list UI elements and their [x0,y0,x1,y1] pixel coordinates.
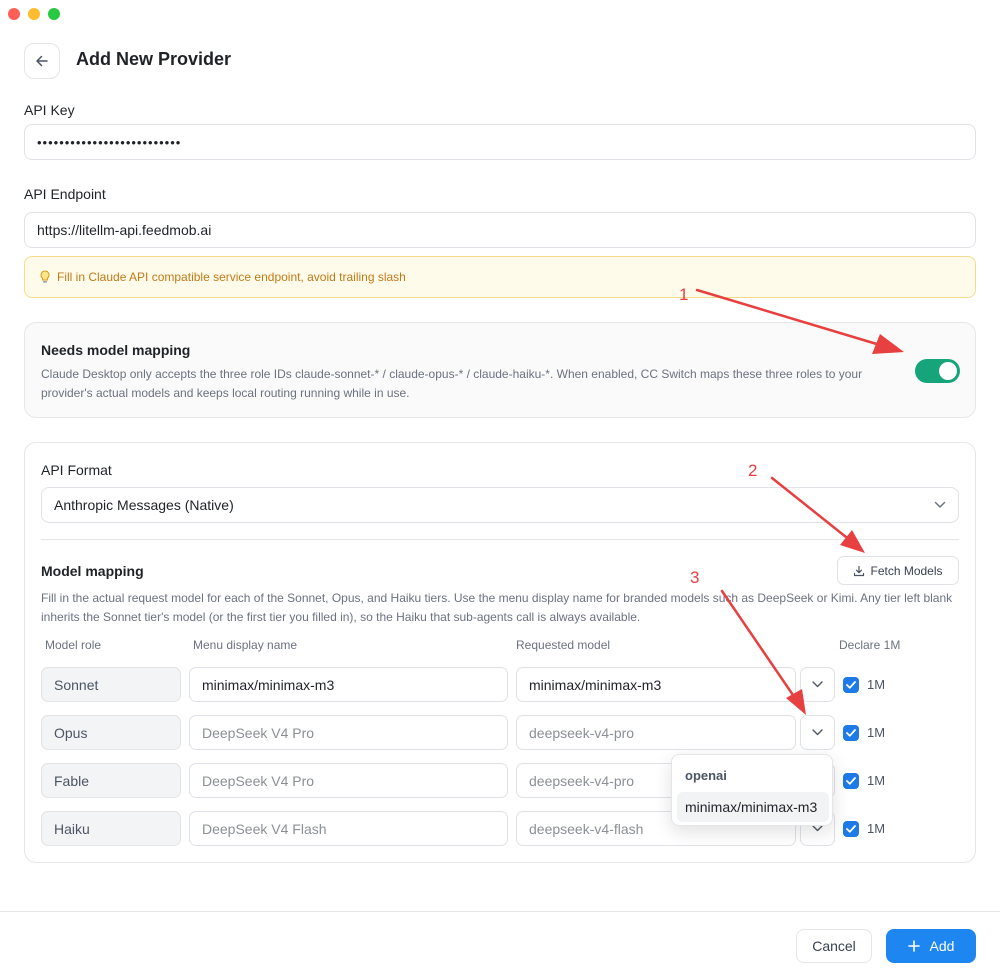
chevron-down-icon [934,501,946,508]
api-format-card: API Format Anthropic Messages (Native) M… [24,442,976,863]
model-mapping-description: Fill in the actual request model for eac… [41,591,953,624]
plus-icon [907,940,920,952]
display-name-input-sonnet[interactable]: minimax/minimax-m3 [189,667,508,702]
declare-1m-label-haiku: 1M [867,821,886,836]
declare-1m-checkbox-sonnet[interactable] [843,677,859,693]
api-format-select[interactable]: Anthropic Messages (Native) [41,487,959,523]
cancel-button[interactable]: Cancel [796,929,872,963]
check-icon [846,681,856,689]
model-mapping-toggle-title: Needs model mapping [41,342,191,358]
footer-divider [0,911,1000,912]
api-endpoint-label: API Endpoint [24,186,106,202]
declare-1m-checkbox-opus[interactable] [843,725,859,741]
declare-1m-checkbox-fable[interactable] [843,773,859,789]
endpoint-hint-text: Fill in Claude API compatible service en… [57,270,406,284]
divider [41,539,959,540]
model-dropdown-button-sonnet[interactable] [800,667,835,702]
column-header-role: Model role [45,638,102,652]
annotation-label-1: 1 [679,285,689,304]
add-button[interactable]: Add [886,929,976,963]
annotation-label-2: 2 [748,461,758,480]
download-icon [854,565,865,576]
role-fable: Fable [41,763,181,798]
role-haiku: Haiku [41,811,181,846]
minimize-window-button[interactable] [28,8,40,20]
dropdown-option[interactable]: minimax/minimax-m3 [677,792,829,822]
api-key-label: API Key [24,102,75,118]
window-controls [8,8,60,20]
annotation-label-3: 3 [690,568,700,587]
api-format-label: API Format [41,462,112,478]
model-mapping-title: Model mapping [41,563,144,579]
check-icon [846,777,856,785]
api-endpoint-input[interactable]: https://litellm-api.feedmob.ai [24,212,976,248]
model-mapping-toggle[interactable] [915,359,960,383]
model-dropdown-menu: openai minimax/minimax-m3 [671,754,833,826]
back-button[interactable] [24,43,60,79]
fetch-models-button[interactable]: Fetch Models [837,556,959,585]
model-dropdown-button-opus[interactable] [800,715,835,750]
fetch-models-label: Fetch Models [870,563,943,578]
chevron-down-icon [812,681,823,688]
api-key-input[interactable]: •••••••••••••••••••••••••• [24,124,976,160]
page-title: Add New Provider [76,49,232,69]
declare-1m-label-sonnet: 1M [867,677,886,692]
chevron-down-icon [812,729,823,736]
declare-1m-checkbox-haiku[interactable] [843,821,859,837]
declare-1m-label-fable: 1M [867,773,886,788]
model-mapping-toggle-description: Claude Desktop only accepts the three ro… [41,367,863,400]
maximize-window-button[interactable] [48,8,60,20]
close-window-button[interactable] [8,8,20,20]
add-button-label: Add [929,938,955,954]
role-sonnet: Sonnet [41,667,181,702]
check-icon [846,729,856,737]
lightbulb-icon [40,270,50,283]
column-header-display-name: Menu display name [193,638,298,652]
column-header-declare-1m: Declare 1M [839,638,901,652]
endpoint-hint: Fill in Claude API compatible service en… [24,256,976,298]
api-format-value: Anthropic Messages (Native) [54,497,234,513]
arrow-left-icon [36,55,48,67]
display-name-input-fable[interactable]: DeepSeek V4 Pro [189,763,508,798]
requested-model-input-opus[interactable]: deepseek-v4-pro [516,715,796,750]
requested-model-input-sonnet[interactable]: minimax/minimax-m3 [516,667,796,702]
display-name-input-haiku[interactable]: DeepSeek V4 Flash [189,811,508,846]
dropdown-group-header: openai [685,768,727,783]
display-name-input-opus[interactable]: DeepSeek V4 Pro [189,715,508,750]
declare-1m-label-opus: 1M [867,725,886,740]
chevron-down-icon [812,825,823,832]
role-opus: Opus [41,715,181,750]
column-header-requested-model: Requested model [516,638,611,652]
check-icon [846,825,856,833]
model-mapping-toggle-card: Needs model mapping Claude Desktop only … [24,322,976,418]
